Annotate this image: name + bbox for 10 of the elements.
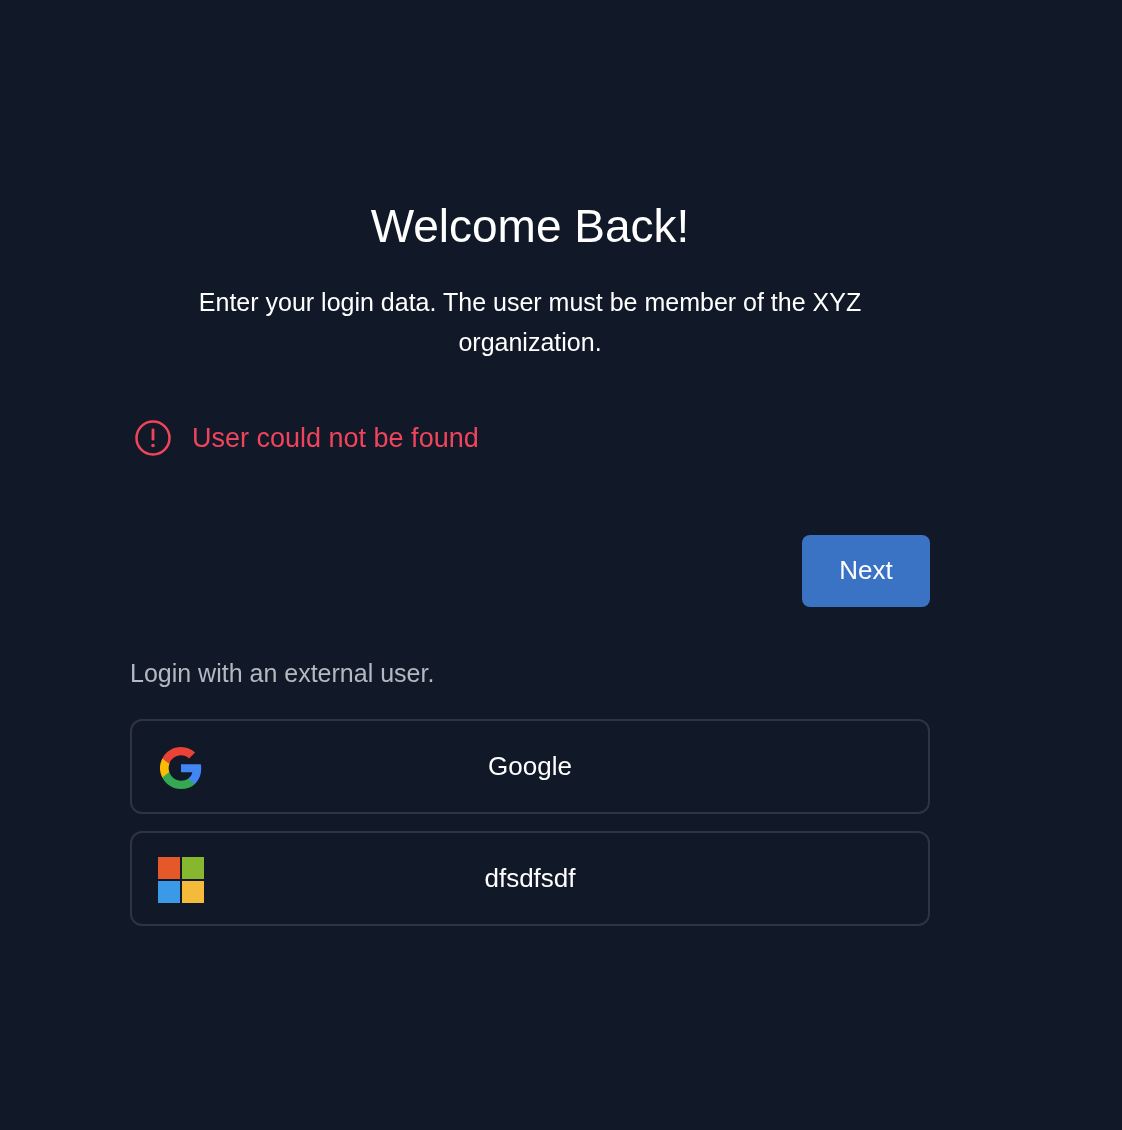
instruction-text: Enter your login data. The user must be member of the XYZ organization.: [197, 287, 863, 358]
external-login-label: Login with an external user.: [130, 657, 436, 689]
error-message: User could not be found: [192, 422, 479, 455]
four-squares-icon: [158, 856, 204, 903]
page-title: Welcome Back!: [370, 199, 690, 254]
provider-login-button[interactable]: Google: [130, 718, 930, 814]
provider-login-button[interactable]: dfsdfsdf: [130, 830, 930, 926]
next-button[interactable]: Next: [802, 534, 930, 607]
error-icon: [134, 419, 172, 458]
g-logo-icon: [158, 744, 204, 791]
